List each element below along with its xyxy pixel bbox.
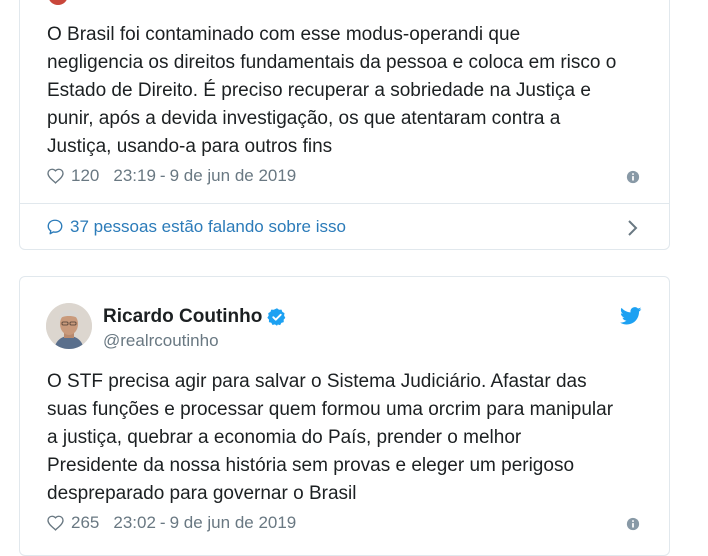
author-handle[interactable]: @realrcoutinho <box>103 331 219 351</box>
info-icon[interactable] <box>626 517 640 531</box>
conversation-link[interactable]: 37 pessoas estão falando sobre isso <box>46 217 346 237</box>
tweet-time[interactable]: 23:19 <box>113 166 156 186</box>
tweet-card: Ricardo Coutinho @realrcoutinho O STF pr… <box>19 276 670 556</box>
author-avatar[interactable] <box>46 303 92 349</box>
like-count[interactable]: 265 <box>71 513 99 533</box>
tweet-text: O Brasil foi contaminado com esse modus-… <box>47 24 617 157</box>
tweet-card: O Brasil foi contaminado com esse modus-… <box>19 0 670 250</box>
author-avatar[interactable] <box>48 0 68 5</box>
card-divider <box>20 203 669 204</box>
verified-badge-icon <box>267 308 286 326</box>
like-count[interactable]: 120 <box>71 166 99 186</box>
tweet-text: O STF precisa agir para salvar o Sistema… <box>47 371 614 504</box>
tweet-date[interactable]: 9 de jun de 2019 <box>170 513 297 533</box>
author-name-row[interactable]: Ricardo Coutinho <box>103 306 287 328</box>
tweet-meta: 120 23:19 - 9 de jun de 2019 <box>46 166 296 186</box>
info-icon[interactable] <box>626 170 640 184</box>
heart-icon[interactable] <box>46 514 65 532</box>
tweet-meta: 265 23:02 - 9 de jun de 2019 <box>46 513 296 533</box>
meta-separator: - <box>159 513 166 532</box>
conversation-label[interactable]: 37 pessoas estão falando sobre isso <box>70 217 346 237</box>
tweet-date[interactable]: 9 de jun de 2019 <box>170 166 297 186</box>
heart-icon[interactable] <box>46 167 65 185</box>
meta-separator: - <box>159 166 166 185</box>
twitter-bird-icon[interactable] <box>620 307 642 325</box>
speech-bubble-icon <box>47 219 63 235</box>
chevron-right-icon[interactable] <box>627 219 639 237</box>
tweet-time[interactable]: 23:02 <box>113 513 156 533</box>
author-name[interactable]: Ricardo Coutinho <box>103 306 262 328</box>
